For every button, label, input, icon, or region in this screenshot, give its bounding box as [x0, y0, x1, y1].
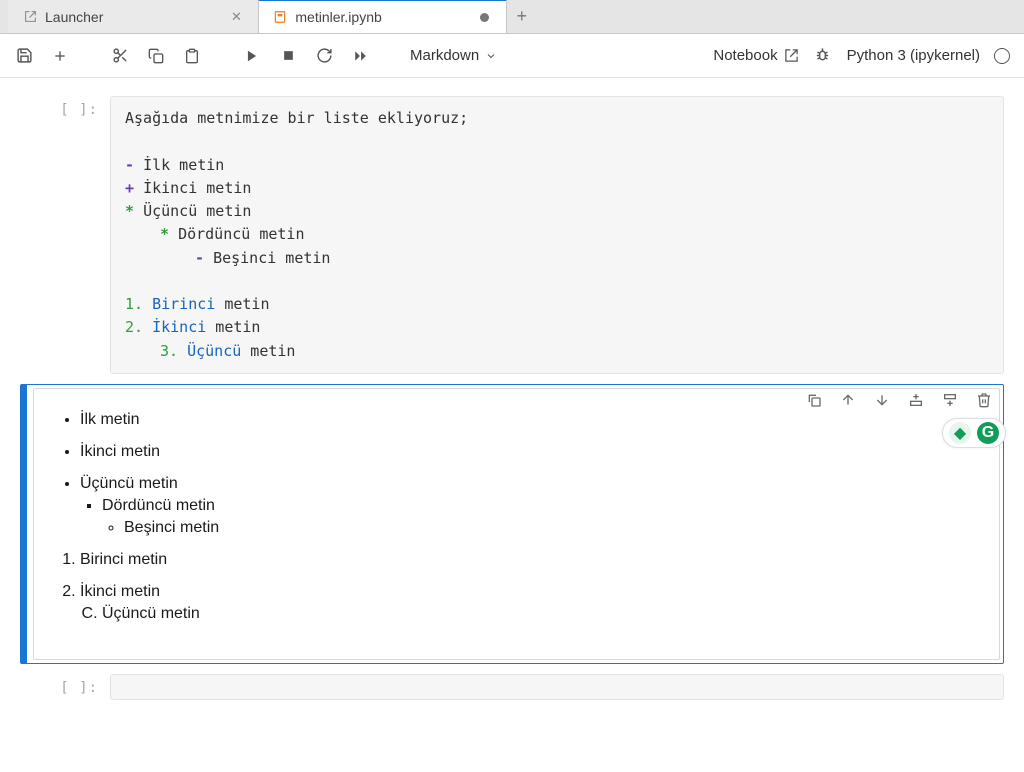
dirty-indicator-icon	[478, 10, 492, 24]
list-item: İkinci metin Üçüncü metin	[80, 583, 975, 623]
run-all-button[interactable]	[350, 46, 370, 66]
close-icon[interactable]: ✕	[229, 10, 243, 24]
tab-notebook[interactable]: metinler.ipynb	[258, 0, 506, 33]
delete-cell-button[interactable]	[975, 391, 993, 409]
list-item: İkinci metin	[80, 443, 975, 461]
insert-below-button[interactable]	[941, 391, 959, 409]
cell-markdown-rendered[interactable]: İlk metin İkinci metin Üçüncü metin Dörd…	[20, 384, 1004, 664]
tab-launcher-label: Launcher	[45, 9, 103, 25]
list-item: Üçüncü metin Dördüncü metin Beşinci meti…	[80, 475, 975, 537]
grammarly-widget[interactable]: ◆ G	[942, 418, 1006, 448]
launcher-icon	[23, 10, 37, 24]
list-item: Üçüncü metin	[102, 605, 975, 623]
kernel-status-icon[interactable]	[994, 48, 1010, 64]
notebook-icon	[273, 10, 287, 24]
cell-markdown-source[interactable]: [ ]: Aşağıda metnimize bir liste ekliyor…	[20, 96, 1004, 374]
cell-prompt: [ ]:	[20, 674, 110, 696]
tab-bar: Launcher ✕ metinler.ipynb +	[0, 0, 1024, 34]
list-item: Beşinci metin	[124, 519, 975, 537]
cell-editor[interactable]	[110, 674, 1004, 700]
assistant-icon[interactable]: ◆	[949, 422, 971, 444]
run-button[interactable]	[242, 46, 262, 66]
notebook-toolbar: Markdown Notebook Python 3 (ipykernel)	[0, 34, 1024, 78]
move-down-button[interactable]	[873, 391, 891, 409]
rendered-markdown: İlk metin İkinci metin Üçüncü metin Dörd…	[33, 388, 1000, 660]
list-item: Birinci metin	[80, 551, 975, 569]
cell-prompt: [ ]:	[20, 96, 110, 118]
list-item: Dördüncü metin Beşinci metin	[102, 497, 975, 537]
insert-above-button[interactable]	[907, 391, 925, 409]
copy-button[interactable]	[146, 46, 166, 66]
cell-editor[interactable]: Aşağıda metnimize bir liste ekliyoruz; -…	[110, 96, 1004, 374]
paste-button[interactable]	[182, 46, 202, 66]
tab-launcher[interactable]: Launcher ✕	[8, 0, 258, 33]
grammarly-icon[interactable]: G	[977, 422, 999, 444]
open-notebook-button[interactable]: Notebook	[713, 47, 798, 64]
debugger-button[interactable]	[813, 46, 833, 66]
cell-type-select[interactable]: Markdown	[410, 47, 497, 64]
external-link-icon	[784, 48, 799, 63]
insert-cell-button[interactable]	[50, 46, 70, 66]
list-item: İlk metin	[80, 411, 975, 429]
interrupt-button[interactable]	[278, 46, 298, 66]
save-button[interactable]	[14, 46, 34, 66]
cut-button[interactable]	[110, 46, 130, 66]
cell-empty[interactable]: [ ]:	[20, 674, 1004, 700]
cell-type-label: Markdown	[410, 47, 479, 64]
move-up-button[interactable]	[839, 391, 857, 409]
notebook-area: [ ]: Aşağıda metnimize bir liste ekliyor…	[0, 78, 1024, 772]
kernel-name[interactable]: Python 3 (ipykernel)	[847, 47, 980, 64]
duplicate-cell-button[interactable]	[805, 391, 823, 409]
cell-select-bar	[21, 385, 27, 663]
tab-notebook-label: metinler.ipynb	[295, 9, 381, 25]
new-tab-button[interactable]: +	[507, 0, 537, 33]
chevron-down-icon	[485, 50, 497, 62]
restart-button[interactable]	[314, 46, 334, 66]
cell-toolbar	[805, 391, 993, 409]
